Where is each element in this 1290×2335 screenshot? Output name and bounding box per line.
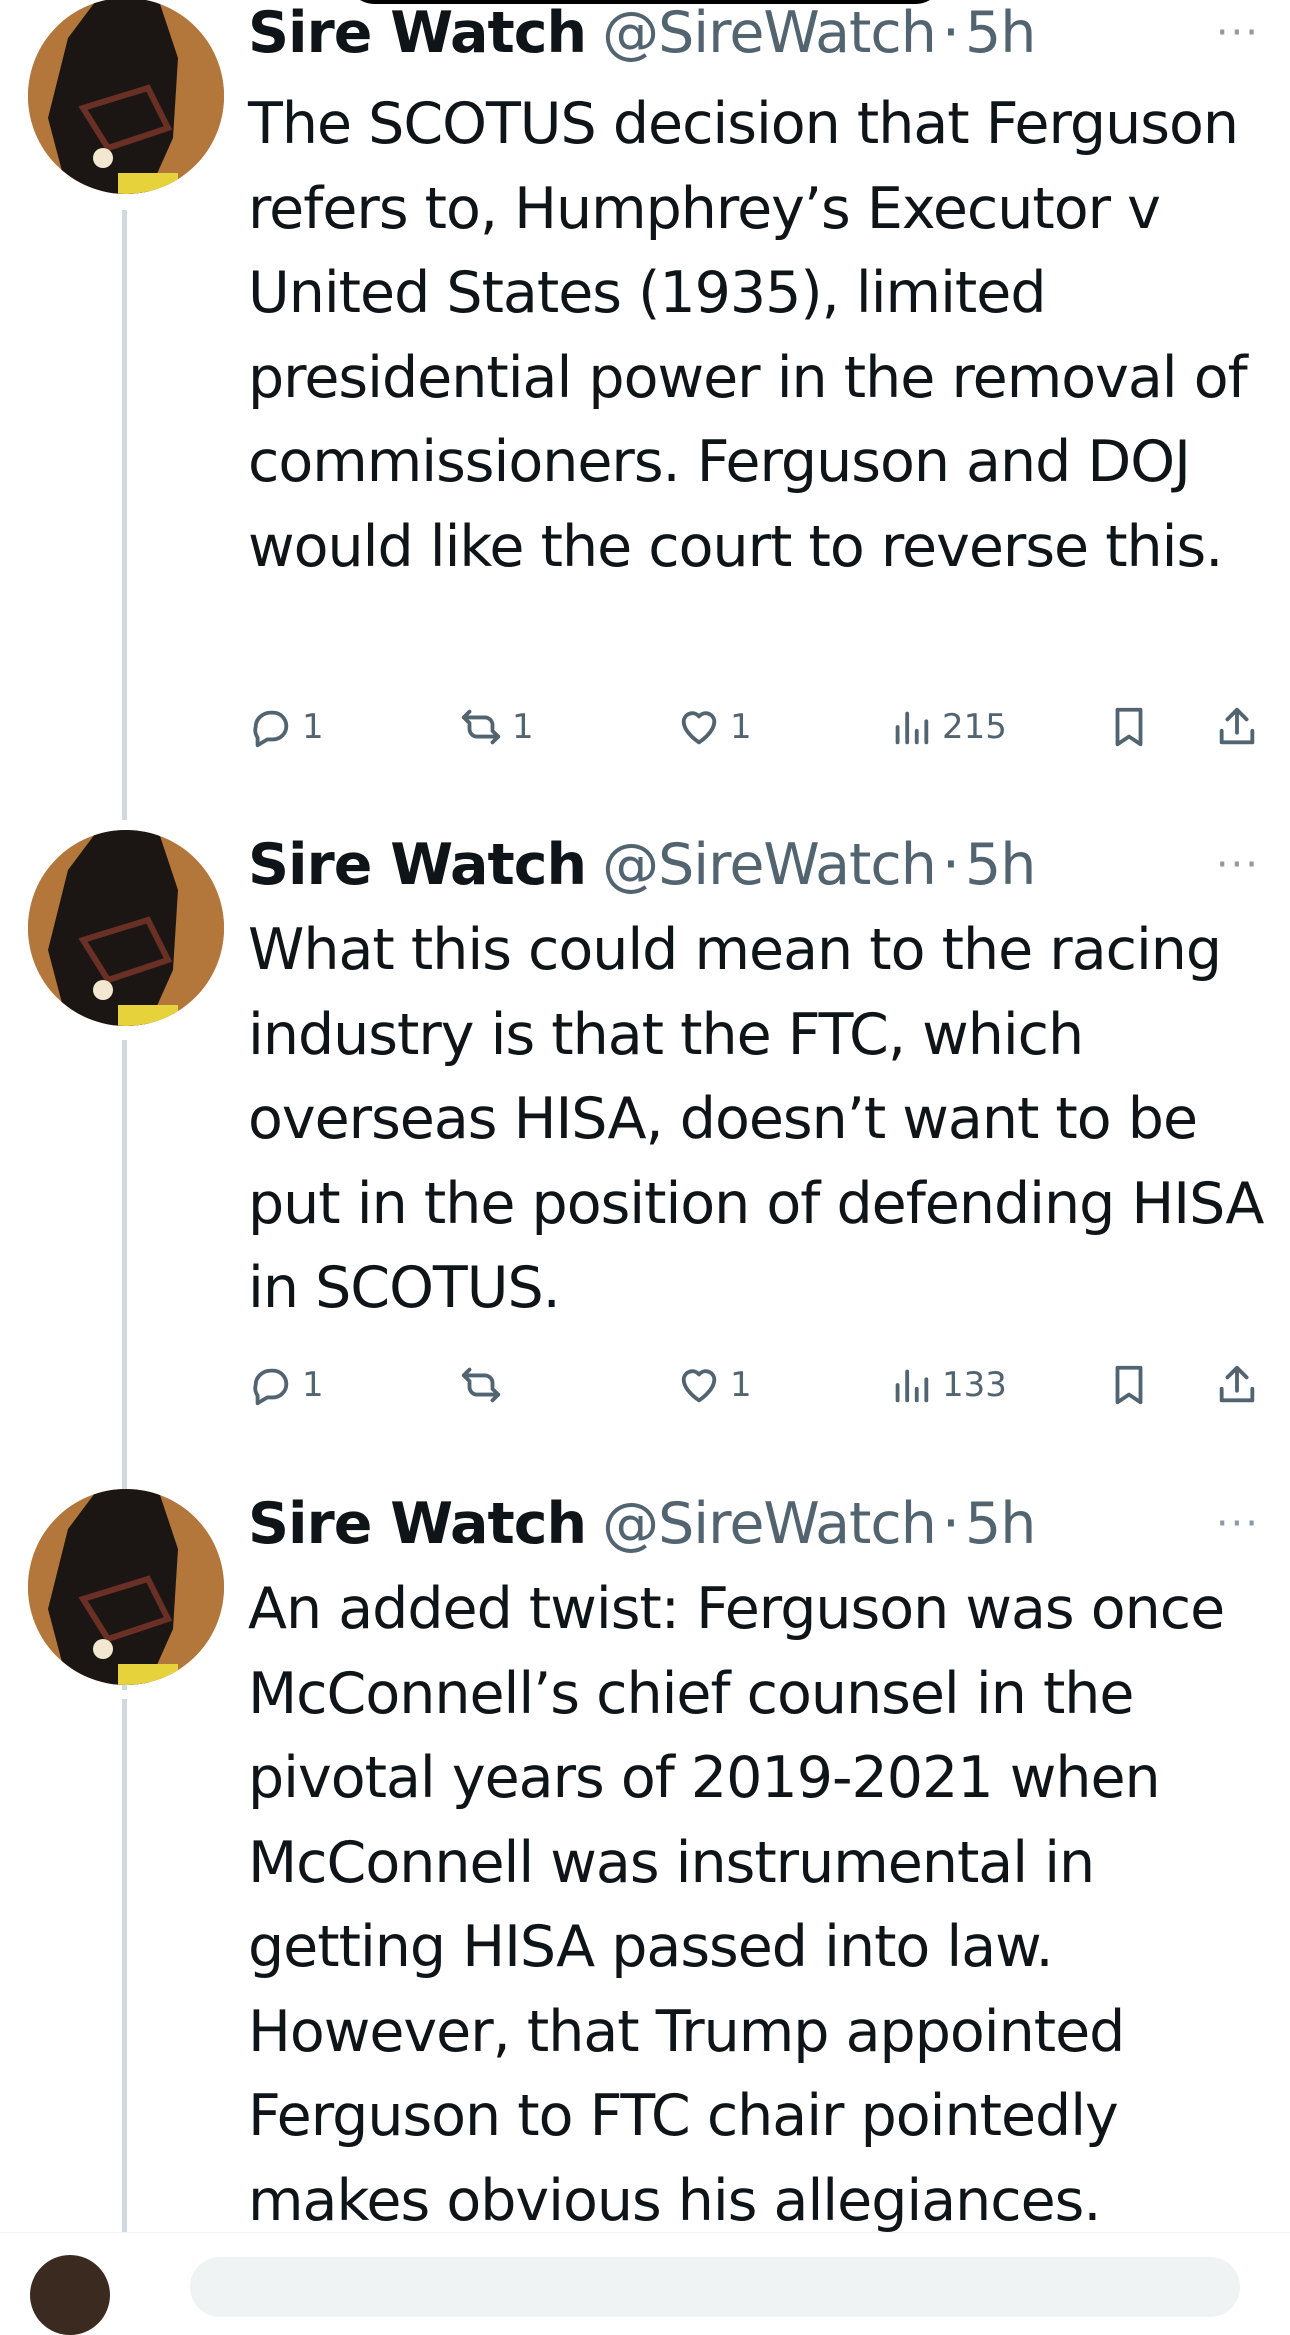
share-icon: [1219, 707, 1255, 745]
share-icon: [1219, 1365, 1255, 1403]
separator-dot: ·: [941, 1491, 960, 1557]
user-handle[interactable]: @SireWatch: [602, 1491, 937, 1557]
display-name[interactable]: Sire Watch: [248, 1491, 587, 1557]
repost-icon: [461, 709, 501, 745]
avatar[interactable]: [28, 1489, 224, 1685]
reply-button[interactable]: 1: [248, 697, 324, 757]
views-icon: [895, 711, 929, 745]
like-count: 1: [730, 707, 752, 747]
bookmark-button[interactable]: [1106, 697, 1152, 757]
tweet-header: Sire Watch @SireWatch · 5h: [248, 1489, 1036, 1559]
thread-line: [122, 210, 127, 820]
bookmark-button[interactable]: [1106, 1355, 1152, 1415]
display-name[interactable]: Sire Watch: [248, 0, 587, 66]
tweet-text: What this could mean to the racing indus…: [248, 917, 1264, 1321]
heart-icon: [681, 711, 717, 745]
views-button[interactable]: 133: [888, 1355, 1007, 1415]
reply-button[interactable]: 1: [248, 1355, 324, 1415]
action-bar: 1 1 1 215: [248, 697, 1268, 757]
reply-icon: [253, 1368, 289, 1406]
action-bar: 1 1 133: [248, 1355, 1268, 1415]
avatar: [30, 2255, 110, 2335]
reply-icon: [253, 710, 289, 748]
separator-dot: ·: [941, 0, 960, 66]
user-handle[interactable]: @SireWatch: [602, 832, 937, 898]
more-icon[interactable]: ···: [1216, 1489, 1260, 1559]
bookmark-icon: [1115, 707, 1143, 747]
more-icon[interactable]: ···: [1216, 0, 1260, 68]
timestamp[interactable]: 5h: [965, 0, 1036, 66]
views-icon: [895, 1369, 929, 1403]
reply-count: 1: [302, 1365, 324, 1405]
user-handle[interactable]: @SireWatch: [602, 0, 937, 66]
like-count: 1: [730, 1365, 752, 1405]
tweet-header: Sire Watch @SireWatch · 5h: [248, 830, 1036, 900]
heart-icon: [681, 1369, 717, 1403]
avatar[interactable]: [28, 830, 224, 1026]
repost-button[interactable]: 1: [458, 697, 534, 757]
display-name[interactable]: Sire Watch: [248, 832, 587, 898]
repost-button[interactable]: [458, 1355, 512, 1415]
tweet-text: The SCOTUS decision that Ferguson refers…: [248, 91, 1248, 580]
tweet-text: An added twist: Ferguson was once McConn…: [248, 1576, 1225, 2234]
share-button[interactable]: [1214, 697, 1260, 757]
view-count: 215: [942, 707, 1007, 747]
separator-dot: ·: [941, 832, 960, 898]
like-button[interactable]: 1: [676, 1355, 752, 1415]
more-icon[interactable]: ···: [1216, 830, 1260, 900]
views-button[interactable]: 215: [888, 697, 1007, 757]
thread-line: [122, 1699, 127, 2239]
timestamp[interactable]: 5h: [965, 1491, 1036, 1557]
repost-icon: [461, 1367, 501, 1403]
avatar[interactable]: [28, 0, 224, 194]
share-button[interactable]: [1214, 1355, 1260, 1415]
timestamp[interactable]: 5h: [965, 832, 1036, 898]
bookmark-icon: [1115, 1365, 1143, 1405]
view-count: 133: [942, 1365, 1007, 1405]
reply-count: 1: [302, 707, 324, 747]
reply-composer-bar: [0, 2232, 1290, 2335]
repost-count: 1: [512, 707, 534, 747]
reply-input[interactable]: [190, 2257, 1240, 2317]
like-button[interactable]: 1: [676, 697, 752, 757]
tweet-header: Sire Watch @SireWatch · 5h: [248, 0, 1036, 68]
